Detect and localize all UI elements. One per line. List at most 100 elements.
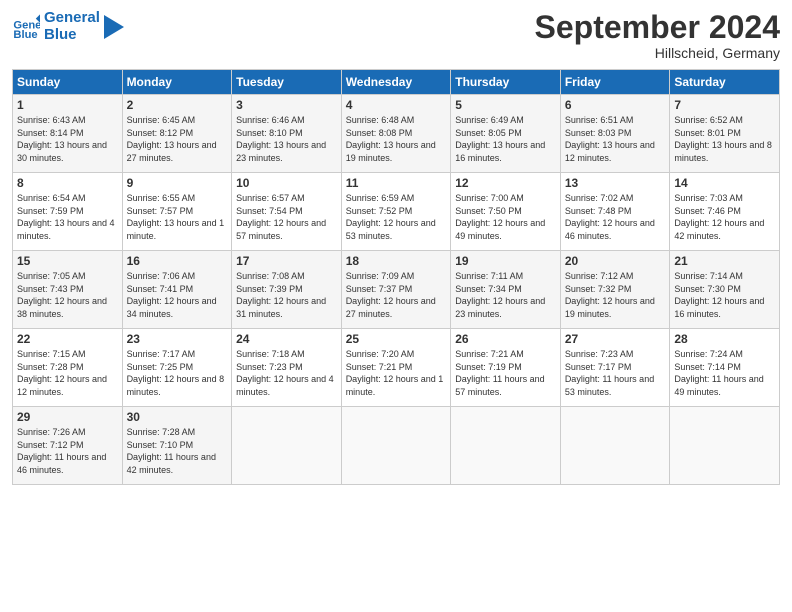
table-row: 16 Sunrise: 7:06 AMSunset: 7:41 PMDayligh… [122,251,232,329]
table-row: 5Sunrise: 6:49 AMSunset: 8:05 PMDaylight… [451,95,561,173]
day-info: Sunrise: 6:51 AMSunset: 8:03 PMDaylight:… [565,115,655,163]
day-number: 30 [127,410,228,424]
table-row: 17 Sunrise: 7:08 AMSunset: 7:39 PMDayligh… [232,251,342,329]
month-title: September 2024 [535,10,780,45]
table-row [341,407,451,485]
day-info: Sunrise: 7:02 AMSunset: 7:48 PMDaylight:… [565,193,655,241]
day-number: 28 [674,332,775,346]
table-row: 19Sunrise: 7:11 AMSunset: 7:34 PMDayligh… [451,251,561,329]
day-info: Sunrise: 7:00 AMSunset: 7:50 PMDaylight:… [455,193,545,241]
table-row: 20 Sunrise: 7:12 AMSunset: 7:32 PMDayligh… [560,251,670,329]
day-info: Sunrise: 7:20 AMSunset: 7:21 PMDaylight:… [346,349,444,397]
day-info: Sunrise: 7:09 AMSunset: 7:37 PMDaylight:… [346,271,436,319]
day-info: Sunrise: 6:46 AMSunset: 8:10 PMDaylight:… [236,115,326,163]
table-row: 3 Sunrise: 6:46 AMSunset: 8:10 PMDaylight… [232,95,342,173]
col-tuesday: Tuesday [232,70,342,95]
day-number: 16 [127,254,228,268]
location-subtitle: Hillscheid, Germany [535,45,780,61]
table-row: 12 Sunrise: 7:00 AMSunset: 7:50 PMDayligh… [451,173,561,251]
table-row [451,407,561,485]
col-monday: Monday [122,70,232,95]
day-number: 8 [17,176,118,190]
day-number: 18 [346,254,447,268]
day-info: Sunrise: 6:43 AMSunset: 8:14 PMDaylight:… [17,115,107,163]
logo-text-blue: Blue [44,27,100,44]
table-row: 23 Sunrise: 7:17 AMSunset: 7:25 PMDayligh… [122,329,232,407]
day-info: Sunrise: 7:28 AMSunset: 7:10 PMDaylight:… [127,427,216,475]
table-row: 13 Sunrise: 7:02 AMSunset: 7:48 PMDayligh… [560,173,670,251]
day-info: Sunrise: 7:03 AMSunset: 7:46 PMDaylight:… [674,193,764,241]
table-row: 10Sunrise: 6:57 AMSunset: 7:54 PMDayligh… [232,173,342,251]
day-info: Sunrise: 6:48 AMSunset: 8:08 PMDaylight:… [346,115,436,163]
table-row: 18 Sunrise: 7:09 AMSunset: 7:37 PMDayligh… [341,251,451,329]
day-info: Sunrise: 7:21 AMSunset: 7:19 PMDaylight:… [455,349,544,397]
title-block: September 2024 Hillscheid, Germany [535,10,780,61]
table-row: 22 Sunrise: 7:15 AMSunset: 7:28 PMDayligh… [13,329,123,407]
table-row: 2Sunrise: 6:45 AMSunset: 8:12 PMDaylight… [122,95,232,173]
day-info: Sunrise: 6:54 AMSunset: 7:59 PMDaylight:… [17,193,115,241]
table-row [670,407,780,485]
day-info: Sunrise: 7:26 AMSunset: 7:12 PMDaylight:… [17,427,106,475]
day-number: 27 [565,332,666,346]
day-number: 11 [346,176,447,190]
day-number: 6 [565,98,666,112]
table-row: 21 Sunrise: 7:14 AMSunset: 7:30 PMDayligh… [670,251,780,329]
table-row: 30 Sunrise: 7:28 AMSunset: 7:10 PMDayligh… [122,407,232,485]
day-number: 15 [17,254,118,268]
logo-icon: General Blue [12,13,40,41]
day-number: 22 [17,332,118,346]
day-number: 19 [455,254,556,268]
day-number: 24 [236,332,337,346]
col-wednesday: Wednesday [341,70,451,95]
table-row: 11 Sunrise: 6:59 AMSunset: 7:52 PMDayligh… [341,173,451,251]
day-info: Sunrise: 6:52 AMSunset: 8:01 PMDaylight:… [674,115,772,163]
table-row: 25Sunrise: 7:20 AMSunset: 7:21 PMDayligh… [341,329,451,407]
table-row [232,407,342,485]
day-number: 9 [127,176,228,190]
col-friday: Friday [560,70,670,95]
day-info: Sunrise: 7:15 AMSunset: 7:28 PMDaylight:… [17,349,107,397]
table-row: 15Sunrise: 7:05 AMSunset: 7:43 PMDayligh… [13,251,123,329]
svg-text:Blue: Blue [13,29,37,41]
table-row: 27 Sunrise: 7:23 AMSunset: 7:17 PMDayligh… [560,329,670,407]
day-number: 1 [17,98,118,112]
table-row: 4 Sunrise: 6:48 AMSunset: 8:08 PMDaylight… [341,95,451,173]
day-info: Sunrise: 7:18 AMSunset: 7:23 PMDaylight:… [236,349,334,397]
table-row: 8 Sunrise: 6:54 AMSunset: 7:59 PMDaylight… [13,173,123,251]
day-number: 23 [127,332,228,346]
day-info: Sunrise: 6:49 AMSunset: 8:05 PMDaylight:… [455,115,545,163]
day-info: Sunrise: 7:12 AMSunset: 7:32 PMDaylight:… [565,271,655,319]
calendar-table: Sunday Monday Tuesday Wednesday Thursday… [12,69,780,485]
day-info: Sunrise: 7:14 AMSunset: 7:30 PMDaylight:… [674,271,764,319]
table-row: 24 Sunrise: 7:18 AMSunset: 7:23 PMDayligh… [232,329,342,407]
day-info: Sunrise: 7:08 AMSunset: 7:39 PMDaylight:… [236,271,326,319]
day-number: 17 [236,254,337,268]
table-row: 9 Sunrise: 6:55 AMSunset: 7:57 PMDaylight… [122,173,232,251]
day-number: 20 [565,254,666,268]
table-row [560,407,670,485]
day-number: 13 [565,176,666,190]
table-row: 7 Sunrise: 6:52 AMSunset: 8:01 PMDaylight… [670,95,780,173]
header: General Blue General Blue September 2024… [12,10,780,61]
page: General Blue General Blue September 2024… [0,0,792,612]
day-info: Sunrise: 7:06 AMSunset: 7:41 PMDaylight:… [127,271,217,319]
day-number: 29 [17,410,118,424]
col-thursday: Thursday [451,70,561,95]
day-number: 26 [455,332,556,346]
col-sunday: Sunday [13,70,123,95]
day-info: Sunrise: 6:57 AMSunset: 7:54 PMDaylight:… [236,193,326,241]
day-info: Sunrise: 7:24 AMSunset: 7:14 PMDaylight:… [674,349,763,397]
table-row: 1 Sunrise: 6:43 AMSunset: 8:14 PMDaylight… [13,95,123,173]
day-number: 12 [455,176,556,190]
day-info: Sunrise: 7:17 AMSunset: 7:25 PMDaylight:… [127,349,225,397]
table-row: 6 Sunrise: 6:51 AMSunset: 8:03 PMDaylight… [560,95,670,173]
day-number: 7 [674,98,775,112]
day-number: 4 [346,98,447,112]
day-number: 14 [674,176,775,190]
day-number: 3 [236,98,337,112]
table-row: 28 Sunrise: 7:24 AMSunset: 7:14 PMDayligh… [670,329,780,407]
day-info: Sunrise: 6:55 AMSunset: 7:57 PMDaylight:… [127,193,225,241]
day-info: Sunrise: 7:23 AMSunset: 7:17 PMDaylight:… [565,349,654,397]
day-info: Sunrise: 6:59 AMSunset: 7:52 PMDaylight:… [346,193,436,241]
day-number: 21 [674,254,775,268]
